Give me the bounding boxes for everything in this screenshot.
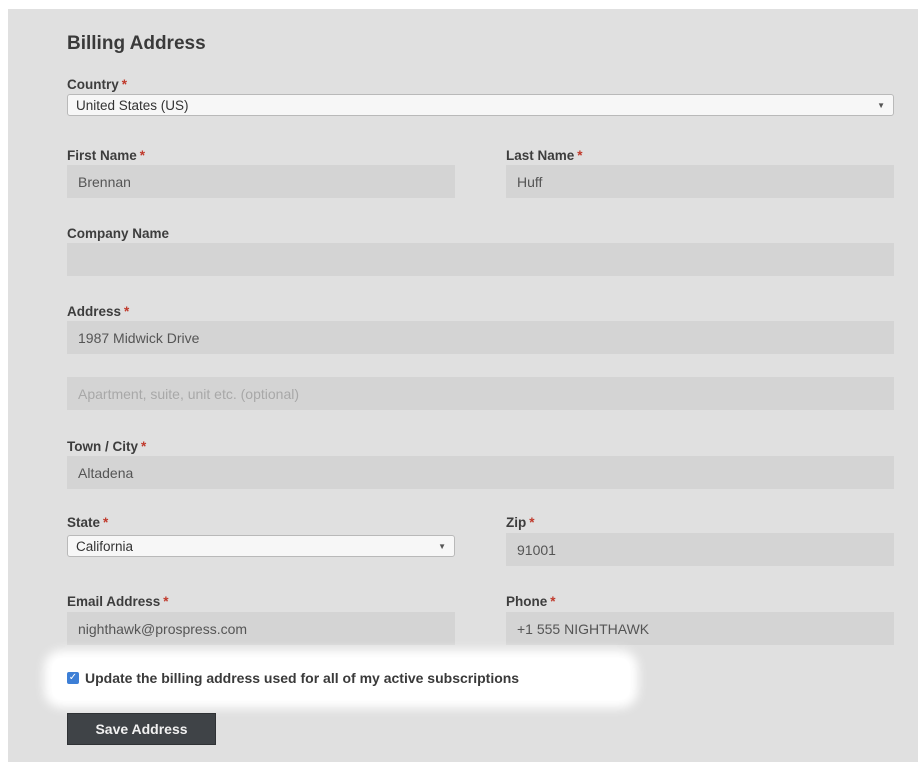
phone-field[interactable]: +1 555 NIGHTHAWK: [506, 612, 894, 645]
email-label: Email Address *: [67, 594, 169, 609]
update-subscriptions-label: Update the billing address used for all …: [85, 670, 520, 686]
save-address-button[interactable]: Save Address: [67, 713, 216, 745]
country-select-value: United States (US): [76, 97, 189, 113]
first-name-label-text: First Name: [67, 148, 137, 163]
phone-label: Phone *: [506, 594, 556, 609]
country-label-text: Country: [67, 77, 119, 92]
state-label: State *: [67, 515, 108, 530]
city-label-text: Town / City: [67, 439, 138, 454]
required-marker: *: [141, 439, 147, 454]
required-marker: *: [577, 148, 583, 163]
company-name-field[interactable]: [67, 243, 894, 276]
zip-field[interactable]: 91001: [506, 533, 894, 566]
country-select[interactable]: United States (US) ▼: [67, 94, 894, 116]
required-marker: *: [121, 77, 128, 92]
chevron-down-icon: ▼: [877, 100, 885, 110]
chevron-down-icon: ▼: [438, 541, 446, 551]
state-select[interactable]: California ▼: [67, 535, 455, 557]
address-line2-field[interactable]: Apartment, suite, unit etc. (optional): [67, 377, 894, 410]
required-marker: *: [529, 515, 535, 530]
last-name-label: Last Name *: [506, 148, 583, 163]
required-marker: *: [139, 148, 146, 163]
last-name-label-text: Last Name: [506, 148, 575, 163]
address-label: Address *: [67, 304, 129, 319]
email-field[interactable]: nighthawk@prospress.com: [67, 612, 455, 645]
required-marker: *: [103, 515, 109, 530]
address-label-text: Address: [67, 304, 122, 319]
required-marker: *: [550, 594, 556, 609]
company-name-label: Company Name: [67, 226, 170, 241]
city-field[interactable]: Altadena: [67, 456, 894, 489]
form-title: Billing Address: [67, 33, 206, 54]
checkmark-icon: ✓: [68, 672, 78, 683]
checkbox[interactable]: ✓: [67, 672, 79, 684]
country-label: Country *: [67, 77, 127, 92]
email-label-text: Email Address: [67, 594, 161, 609]
address-line1-field[interactable]: 1987 Midwick Drive: [67, 321, 894, 354]
state-select-value: California: [76, 538, 134, 554]
first-name-field[interactable]: Brennan: [67, 165, 455, 198]
zip-label-text: Zip: [506, 515, 527, 530]
last-name-field[interactable]: Huff: [506, 165, 894, 198]
required-marker: *: [124, 304, 130, 319]
phone-label-text: Phone: [506, 594, 548, 609]
required-marker: *: [163, 594, 169, 609]
state-label-text: State: [67, 515, 101, 530]
first-name-label: First Name *: [67, 148, 145, 163]
city-label: Town / City *: [67, 439, 146, 454]
zip-label: Zip *: [506, 515, 535, 530]
update-subscriptions-row[interactable]: ✓ Update the billing address used for al…: [67, 670, 519, 686]
